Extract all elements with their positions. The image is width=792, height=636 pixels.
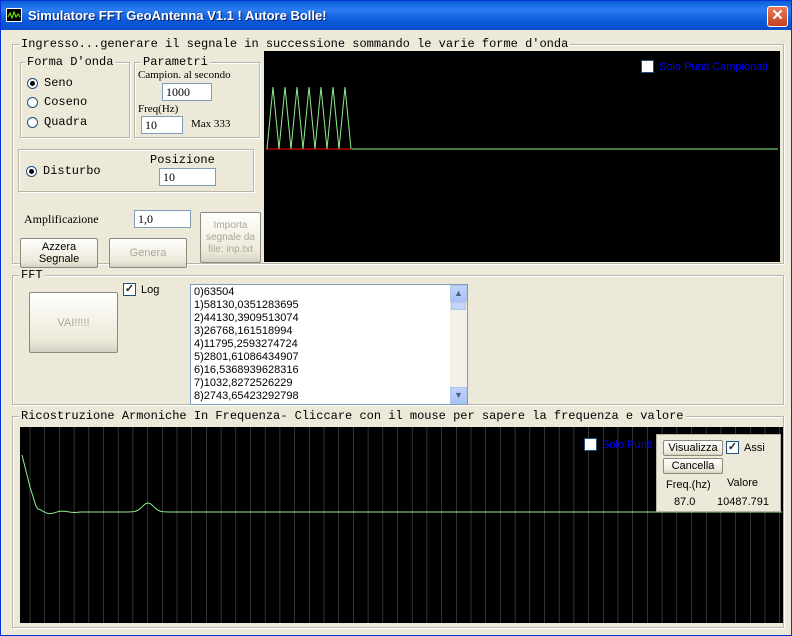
client-area: Ingresso...generare il segnale in succes… bbox=[4, 30, 788, 633]
harmonics-group: Ricostruzione Armoniche In Frequenza- Cl… bbox=[12, 409, 784, 628]
harmonics-control-panel: Visualizza ✓ Assi Cancella Freq.(hz) Val… bbox=[656, 434, 781, 512]
params-group-title: Parametri bbox=[141, 55, 210, 69]
list-item[interactable]: 1)58130,0351283695 bbox=[191, 299, 467, 312]
waveform-group-title: Forma D'onda bbox=[25, 55, 116, 69]
input-group-title: Ingresso...generare il segnale in succes… bbox=[19, 37, 571, 51]
list-scrollbar[interactable]: ▲ ▼ bbox=[450, 285, 467, 404]
value-readout: 10487.791 bbox=[717, 496, 769, 508]
only-points-checkbox-box[interactable] bbox=[584, 438, 597, 451]
app-window: Simulatore FFT GeoAntenna V1.1 ! Autore … bbox=[0, 0, 792, 636]
fft-group-title: FFT bbox=[19, 268, 45, 282]
signal-plot[interactable]: Solo Punti Campionati bbox=[264, 51, 780, 262]
only-points-checkbox[interactable]: Solo Punti bbox=[584, 438, 652, 451]
harmonics-plot[interactable]: Solo Punti Visualizza ✓ Assi Cancella Fr… bbox=[20, 427, 783, 623]
list-item[interactable]: 5)2801,61086434907 bbox=[191, 351, 467, 364]
axes-checkbox-box[interactable]: ✓ bbox=[726, 441, 739, 454]
radio-quadra-label: Quadra bbox=[44, 115, 88, 129]
radio-quadra[interactable]: Quadra bbox=[27, 115, 87, 129]
fft-results-list[interactable]: 0)63504 1)58130,0351283695 2)44130,3909513… bbox=[190, 284, 468, 405]
show-button[interactable]: Visualizza bbox=[663, 440, 723, 456]
params-group: Parametri Campion. al secondo 1000 Freq(… bbox=[134, 55, 260, 138]
radio-seno[interactable]: Seno bbox=[27, 76, 73, 90]
scroll-thumb[interactable] bbox=[451, 302, 466, 310]
list-item[interactable]: 2)44130,3909513074 bbox=[191, 312, 467, 325]
radio-seno-label: Seno bbox=[44, 76, 73, 90]
fft-results-items: 0)63504 1)58130,0351283695 2)44130,3909513… bbox=[191, 285, 467, 403]
position-label: Posizione bbox=[150, 153, 215, 167]
position-input[interactable]: 10 bbox=[159, 168, 216, 186]
radio-disturbo[interactable]: Disturbo bbox=[26, 164, 101, 178]
axes-checkbox-label: Assi bbox=[744, 441, 765, 454]
sample-points-checkbox-box[interactable] bbox=[641, 60, 654, 73]
radio-seno-dot[interactable] bbox=[27, 77, 38, 89]
only-points-label: Solo Punti bbox=[602, 438, 653, 451]
freq-max-label: Max 333 bbox=[191, 118, 231, 130]
window-title: Simulatore FFT GeoAntenna V1.1 ! Autore … bbox=[28, 8, 327, 23]
list-item[interactable]: 3)26768,161518994 bbox=[191, 325, 467, 338]
import-signal-button[interactable]: Importa segnale da file: inp.txt bbox=[200, 212, 261, 263]
reset-signal-button[interactable]: Azzera Segnale bbox=[20, 238, 98, 268]
radio-disturbo-label: Disturbo bbox=[43, 164, 101, 178]
log-checkbox-label: Log bbox=[141, 283, 160, 296]
radio-coseno-dot[interactable] bbox=[27, 96, 38, 108]
axes-checkbox[interactable]: ✓ Assi bbox=[726, 441, 765, 454]
list-item[interactable]: 4)11795,2593274724 bbox=[191, 338, 467, 351]
scroll-down-icon[interactable]: ▼ bbox=[450, 387, 467, 404]
radio-disturbo-dot[interactable] bbox=[26, 165, 37, 177]
radio-quadra-dot[interactable] bbox=[27, 116, 38, 128]
list-item[interactable]: 8)2743,65423292798 bbox=[191, 390, 467, 403]
list-item[interactable]: 7)1032,8272526229 bbox=[191, 377, 467, 390]
log-checkbox-box[interactable]: ✓ bbox=[123, 283, 136, 296]
run-fft-button[interactable]: VAI!!!!! bbox=[29, 292, 118, 353]
input-group: Ingresso...generare il segnale in succes… bbox=[12, 37, 784, 268]
amplification-label: Amplificazione bbox=[24, 212, 99, 226]
noise-group: Disturbo Posizione 10 bbox=[18, 149, 254, 192]
sample-rate-label: Campion. al secondo bbox=[138, 69, 231, 81]
cancel-button[interactable]: Cancella bbox=[663, 458, 723, 474]
list-item[interactable]: 6)16,5368939628316 bbox=[191, 364, 467, 377]
close-icon[interactable]: ✕ bbox=[767, 6, 788, 27]
title-bar[interactable]: Simulatore FFT GeoAntenna V1.1 ! Autore … bbox=[1, 1, 791, 30]
waveform-group: Forma D'onda Seno Coseno Quadra bbox=[20, 55, 130, 138]
freq-input[interactable]: 10 bbox=[141, 116, 183, 134]
radio-coseno[interactable]: Coseno bbox=[27, 95, 87, 109]
generate-button[interactable]: Genera bbox=[109, 238, 187, 268]
sample-points-label: Solo Punti Campionati bbox=[659, 60, 768, 73]
radio-coseno-label: Coseno bbox=[44, 95, 88, 109]
sample-rate-input[interactable]: 1000 bbox=[162, 83, 212, 101]
freq-readout: 87.0 bbox=[674, 496, 696, 508]
waveform-icon bbox=[6, 8, 22, 22]
scroll-up-icon[interactable]: ▲ bbox=[450, 285, 467, 302]
log-checkbox[interactable]: ✓ Log bbox=[123, 283, 159, 296]
signal-plot-svg bbox=[266, 86, 778, 150]
sample-points-checkbox[interactable]: Solo Punti Campionati bbox=[641, 60, 768, 73]
list-item[interactable]: 0)63504 bbox=[191, 286, 467, 299]
signal-waveform bbox=[266, 86, 352, 150]
freq-label: Freq(Hz) bbox=[138, 103, 179, 115]
fft-group: FFT VAI!!!!! ✓ Log 0)63504 1)58130,035128… bbox=[12, 268, 784, 405]
amplification-input[interactable]: 1,0 bbox=[134, 210, 191, 228]
harmonics-group-title: Ricostruzione Armoniche In Frequenza- Cl… bbox=[19, 409, 686, 423]
value-label: Valore bbox=[727, 477, 758, 489]
freq-hz-label: Freq.(hz) bbox=[666, 479, 711, 491]
